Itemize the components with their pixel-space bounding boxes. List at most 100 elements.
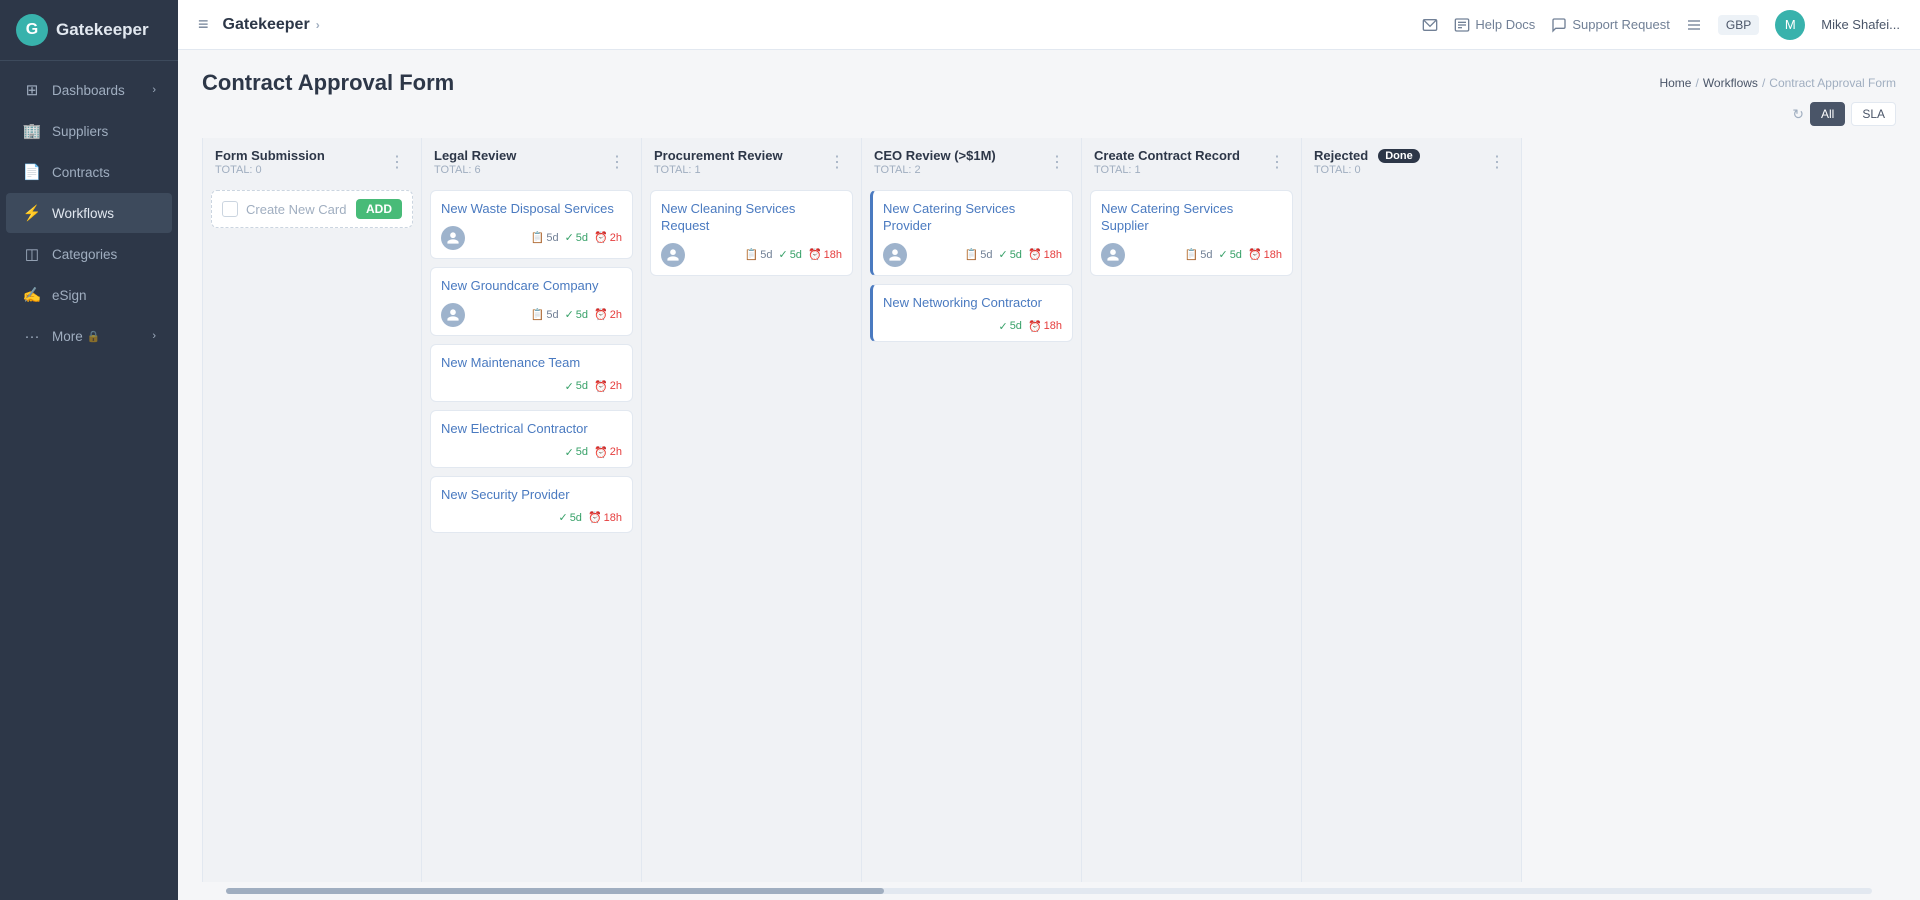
support-request-btn[interactable]: Support Request bbox=[1551, 17, 1670, 33]
column-menu-legal-review[interactable]: ⋮ bbox=[605, 150, 629, 174]
help-docs-label: Help Docs bbox=[1475, 17, 1535, 32]
check-meta: ✓ 5d bbox=[998, 320, 1021, 333]
column-body-form-submission: Create New Card ADD bbox=[203, 182, 421, 882]
check-meta: ✓ 5d bbox=[1218, 248, 1241, 261]
sidebar-item-label: Contracts bbox=[52, 165, 110, 180]
sidebar-item-workflows[interactable]: ⚡ Workflows bbox=[6, 193, 172, 233]
add-button[interactable]: ADD bbox=[356, 199, 402, 219]
card-waste-disposal[interactable]: New Waste Disposal Services 📋 5d ✓ 5d ⏰ … bbox=[430, 190, 633, 259]
breadcrumb-current: Contract Approval Form bbox=[1769, 76, 1896, 90]
sidebar-item-categories[interactable]: ◫ Categories bbox=[6, 234, 172, 274]
card-title-networking-contractor: New Networking Contractor bbox=[883, 295, 1062, 312]
sidebar-item-label: Suppliers bbox=[52, 124, 108, 139]
column-total-create-contract-record: TOTAL: 1 bbox=[1094, 164, 1240, 176]
breadcrumb-sep1: / bbox=[1695, 76, 1698, 90]
done-badge: Done bbox=[1378, 149, 1420, 163]
avatar-waste-disposal bbox=[441, 226, 465, 250]
workflows-icon: ⚡ bbox=[22, 203, 42, 223]
avatar[interactable]: M bbox=[1775, 10, 1805, 40]
check-meta: ✓ 5d bbox=[565, 308, 588, 321]
more-icon: ··· bbox=[22, 326, 42, 346]
column-header-create-contract-record: Create Contract Record TOTAL: 1 ⋮ bbox=[1082, 138, 1301, 182]
sidebar-item-more[interactable]: ··· More 🔒 › bbox=[6, 316, 172, 356]
column-title-procurement-review: Procurement Review bbox=[654, 148, 783, 163]
sidebar-item-contracts[interactable]: 📄 Contracts bbox=[6, 152, 172, 192]
currency-badge[interactable]: GBP bbox=[1718, 15, 1759, 35]
column-menu-create-contract-record[interactable]: ⋮ bbox=[1265, 150, 1289, 174]
column-title-form-submission: Form Submission bbox=[215, 148, 325, 163]
check-meta: ✓ 5d bbox=[998, 248, 1021, 261]
app-name: Gatekeeper bbox=[223, 16, 310, 34]
filter-all-btn[interactable]: All bbox=[1810, 102, 1845, 126]
column-title-create-contract-record: Create Contract Record bbox=[1094, 148, 1240, 163]
email-icon-btn[interactable] bbox=[1422, 17, 1438, 33]
card-catering-supplier[interactable]: New Catering Services Supplier 📋 5d ✓ 5d… bbox=[1090, 190, 1293, 276]
card-catering-provider[interactable]: New Catering Services Provider 📋 5d ✓ 5d… bbox=[870, 190, 1073, 276]
card-footer-cleaning-services: 📋 5d ✓ 5d ⏰ 18h bbox=[661, 243, 842, 267]
breadcrumb-sep2: / bbox=[1762, 76, 1765, 90]
sidebar-nav: ⊞ Dashboards › 🏢 Suppliers 📄 Contracts ⚡… bbox=[0, 61, 178, 900]
esign-icon: ✍ bbox=[22, 285, 42, 305]
clock-meta: ⏰ 2h bbox=[594, 308, 622, 321]
card-footer-security-provider: ✓ 5d ⏰ 18h bbox=[441, 511, 622, 524]
column-title-rejected: Rejected bbox=[1314, 148, 1368, 163]
column-ceo-review: CEO Review (>$1M) TOTAL: 2 ⋮ New Caterin… bbox=[862, 138, 1082, 882]
refresh-icon[interactable]: ↻ bbox=[1792, 106, 1804, 123]
card-title-electrical: New Electrical Contractor bbox=[441, 421, 622, 438]
card-maintenance[interactable]: New Maintenance Team ✓ 5d ⏰ 2h bbox=[430, 344, 633, 402]
breadcrumb-workflows[interactable]: Workflows bbox=[1703, 76, 1758, 90]
card-groundcare[interactable]: New Groundcare Company 📋 5d ✓ 5d ⏰ 2h bbox=[430, 267, 633, 336]
column-menu-ceo-review[interactable]: ⋮ bbox=[1045, 150, 1069, 174]
column-header-legal-review: Legal Review TOTAL: 6 ⋮ bbox=[422, 138, 641, 182]
card-title-maintenance: New Maintenance Team bbox=[441, 355, 622, 372]
help-docs-btn[interactable]: Help Docs bbox=[1454, 17, 1535, 33]
card-footer-catering-provider: 📋 5d ✓ 5d ⏰ 18h bbox=[883, 243, 1062, 267]
page-content: Contract Approval Form Home / Workflows … bbox=[178, 50, 1920, 900]
username-label[interactable]: Mike Shafei... bbox=[1821, 17, 1900, 32]
card-networking-contractor[interactable]: New Networking Contractor ✓ 5d ⏰ 18h bbox=[870, 284, 1073, 342]
card-title-cleaning-services: New Cleaning Services Request bbox=[661, 201, 842, 235]
clock-meta: ⏰ 18h bbox=[808, 248, 842, 261]
menu-icon[interactable]: ≡ bbox=[198, 14, 209, 35]
card-meta-cleaning-services: 📋 5d ✓ 5d ⏰ 18h bbox=[745, 248, 842, 261]
clock-meta: ⏰ 18h bbox=[1248, 248, 1282, 261]
sidebar-item-dashboards[interactable]: ⊞ Dashboards › bbox=[6, 70, 172, 110]
kanban-scrollbar-thumb[interactable] bbox=[226, 888, 884, 894]
doc-meta: 📋 5d bbox=[965, 248, 993, 261]
card-meta-catering-provider: 📋 5d ✓ 5d ⏰ 18h bbox=[965, 248, 1062, 261]
suppliers-icon: 🏢 bbox=[22, 121, 42, 141]
card-title-catering-supplier: New Catering Services Supplier bbox=[1101, 201, 1282, 235]
column-header-form-submission: Form Submission TOTAL: 0 ⋮ bbox=[203, 138, 421, 182]
card-footer-catering-supplier: 📋 5d ✓ 5d ⏰ 18h bbox=[1101, 243, 1282, 267]
card-security-provider[interactable]: New Security Provider ✓ 5d ⏰ 18h bbox=[430, 476, 633, 534]
column-menu-procurement-review[interactable]: ⋮ bbox=[825, 150, 849, 174]
column-create-contract-record: Create Contract Record TOTAL: 1 ⋮ New Ca… bbox=[1082, 138, 1302, 882]
column-procurement-review: Procurement Review TOTAL: 1 ⋮ New Cleani… bbox=[642, 138, 862, 882]
currency-menu-btn[interactable] bbox=[1686, 17, 1702, 33]
sidebar-item-label: Categories bbox=[52, 247, 117, 262]
column-menu-rejected[interactable]: ⋮ bbox=[1485, 150, 1509, 174]
create-card-button[interactable]: Create New Card ADD bbox=[211, 190, 413, 228]
check-meta: ✓ 5d bbox=[565, 446, 588, 459]
clock-meta: ⏰ 18h bbox=[588, 511, 622, 524]
categories-icon: ◫ bbox=[22, 244, 42, 264]
column-menu-form-submission[interactable]: ⋮ bbox=[385, 150, 409, 174]
create-card-label: Create New Card bbox=[246, 202, 346, 217]
sidebar-logo[interactable]: G Gatekeeper bbox=[0, 0, 178, 61]
support-request-label: Support Request bbox=[1572, 17, 1670, 32]
breadcrumb-home[interactable]: Home bbox=[1659, 76, 1691, 90]
topbar-title: Gatekeeper › bbox=[223, 16, 320, 34]
sidebar-item-label: More bbox=[52, 329, 83, 344]
card-cleaning-services[interactable]: New Cleaning Services Request 📋 5d ✓ 5d … bbox=[650, 190, 853, 276]
filter-sla-btn[interactable]: SLA bbox=[1851, 102, 1896, 126]
card-title-security-provider: New Security Provider bbox=[441, 487, 622, 504]
column-body-rejected bbox=[1302, 182, 1521, 882]
column-header-ceo-review: CEO Review (>$1M) TOTAL: 2 ⋮ bbox=[862, 138, 1081, 182]
card-footer-maintenance: ✓ 5d ⏰ 2h bbox=[441, 380, 622, 393]
card-electrical[interactable]: New Electrical Contractor ✓ 5d ⏰ 2h bbox=[430, 410, 633, 468]
card-meta-networking-contractor: ✓ 5d ⏰ 18h bbox=[998, 320, 1062, 333]
column-header-procurement-review: Procurement Review TOTAL: 1 ⋮ bbox=[642, 138, 861, 182]
sidebar-item-label: Dashboards bbox=[52, 83, 125, 98]
sidebar-item-suppliers[interactable]: 🏢 Suppliers bbox=[6, 111, 172, 151]
sidebar-item-esign[interactable]: ✍ eSign bbox=[6, 275, 172, 315]
